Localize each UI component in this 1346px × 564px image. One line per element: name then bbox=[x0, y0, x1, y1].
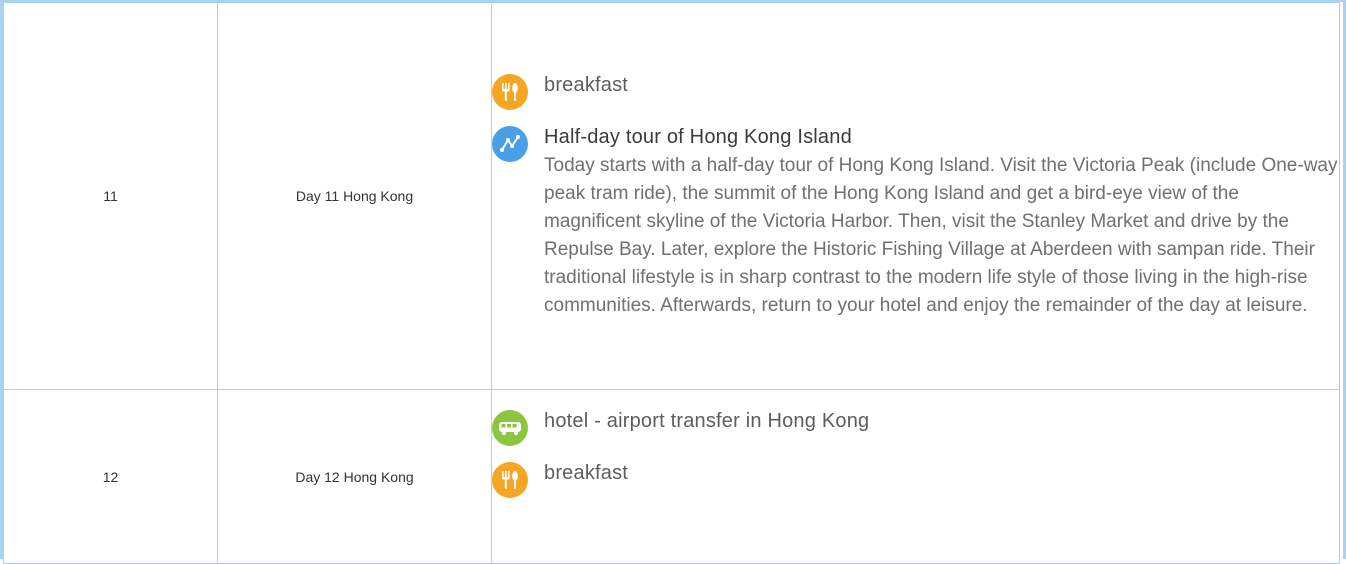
item-title: Half-day tour of Hong Kong Island bbox=[544, 126, 852, 148]
meal-icon bbox=[492, 462, 528, 498]
meal-icon bbox=[492, 74, 528, 110]
item-title: hotel - airport transfer in Hong Kong bbox=[544, 410, 870, 432]
item-body: breakfast bbox=[544, 72, 1339, 98]
item-title: breakfast bbox=[544, 74, 629, 96]
day-number-cell: 12 bbox=[3, 389, 218, 564]
item-body: breakfast bbox=[544, 460, 1339, 486]
day-number-cell: 11 bbox=[3, 2, 218, 390]
item-description: Today starts with a half-day tour of Hon… bbox=[544, 155, 1338, 316]
item-title: breakfast bbox=[544, 462, 629, 484]
table-row: 11 Day 11 Hong Kong breakfast Half-day t… bbox=[3, 2, 1340, 390]
list-item: breakfast bbox=[492, 72, 1339, 110]
day-detail-cell: breakfast Half-day tour of Hong Kong Isl… bbox=[491, 2, 1340, 390]
list-item: hotel - airport transfer in Hong Kong bbox=[492, 408, 1339, 446]
list-item: breakfast bbox=[492, 460, 1339, 498]
item-body: Half-day tour of Hong Kong Island Today … bbox=[544, 124, 1339, 320]
tour-route-icon bbox=[492, 126, 528, 162]
day-detail-cell: hotel - airport transfer in Hong Kong br… bbox=[491, 389, 1340, 564]
item-body: hotel - airport transfer in Hong Kong bbox=[544, 408, 1339, 434]
day-title-cell: Day 12 Hong Kong bbox=[217, 389, 492, 564]
itinerary-table: 11 Day 11 Hong Kong breakfast Half-day t… bbox=[3, 2, 1340, 564]
list-item: Half-day tour of Hong Kong Island Today … bbox=[492, 124, 1339, 320]
table-row: 12 Day 12 Hong Kong hotel - airport tran… bbox=[3, 389, 1340, 564]
bus-icon bbox=[492, 410, 528, 446]
day-title-cell: Day 11 Hong Kong bbox=[217, 2, 492, 390]
